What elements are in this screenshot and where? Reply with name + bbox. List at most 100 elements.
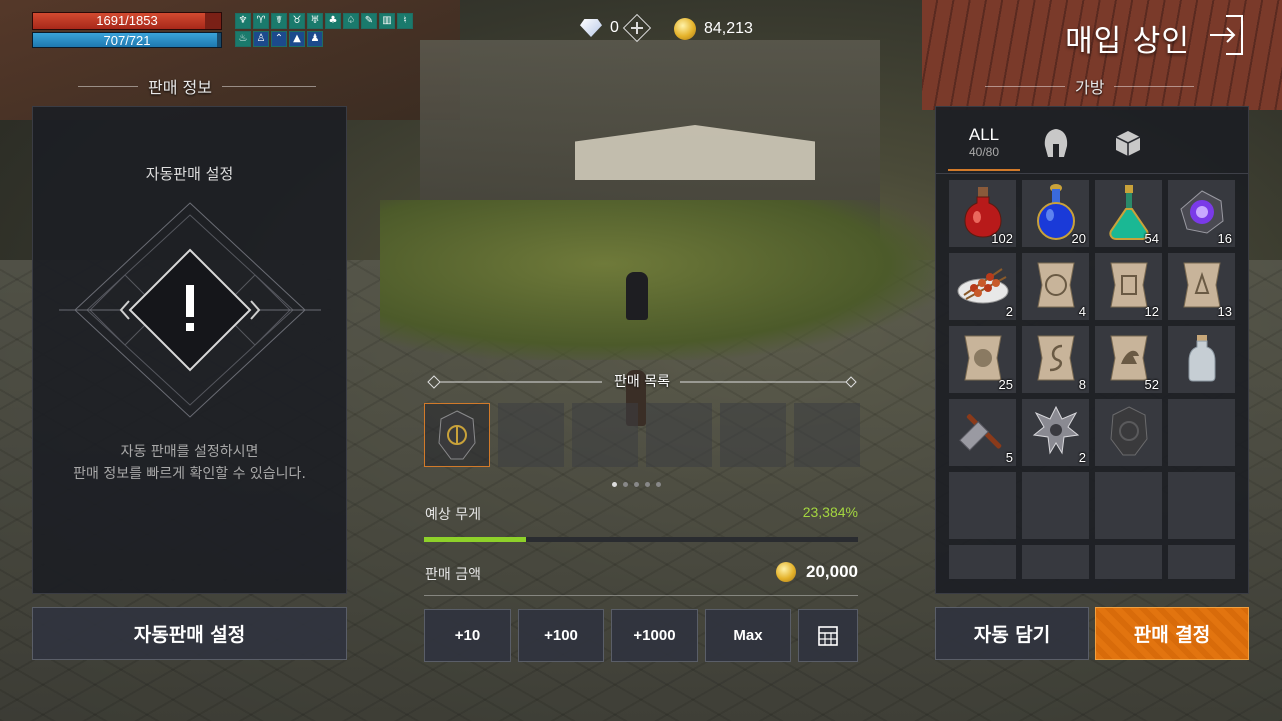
page-dot[interactable] <box>623 482 628 487</box>
sale-slot[interactable] <box>720 403 786 467</box>
desc-line-1: 자동 판매를 설정하시면 <box>120 444 259 460</box>
tab-all-label: ALL <box>968 125 1000 144</box>
exit-icon[interactable] <box>1208 14 1246 56</box>
page-dot[interactable] <box>656 482 661 487</box>
scroll-icon <box>1182 262 1221 308</box>
add-gem-button[interactable] <box>622 13 652 43</box>
scroll-icon <box>963 335 1002 381</box>
bag-item[interactable]: 13 <box>1168 253 1235 320</box>
buff-icon[interactable]: ✎ <box>361 13 377 29</box>
weight-progress-bar <box>424 537 858 542</box>
page-dot[interactable] <box>612 482 617 487</box>
bag-slot-empty[interactable] <box>1168 472 1235 539</box>
buff-icon[interactable]: ♨ <box>235 31 251 47</box>
item-count: 4 <box>1078 304 1086 319</box>
mp-text: 707/721 <box>103 33 151 48</box>
item-count: 16 <box>1217 231 1232 246</box>
confirm-sale-button[interactable]: 판매 결정 <box>1095 607 1249 660</box>
bag-label-row: 가방 <box>985 74 1195 98</box>
bag-item[interactable]: 54 <box>1095 180 1162 247</box>
mp-bar: 707/721 <box>32 32 222 48</box>
bag-item[interactable]: 4 <box>1022 253 1089 320</box>
add-100-button[interactable]: +100 <box>518 609 604 662</box>
buff-icon[interactable]: ♅ <box>307 13 323 29</box>
warning-emblem <box>59 202 321 418</box>
bag-grid: 102 20 54 16 2 4 12 13 25 8 52 5 2 <box>949 180 1235 579</box>
bag-item[interactable] <box>1095 399 1162 466</box>
add-10-button[interactable]: +10 <box>424 609 511 662</box>
buff-icon[interactable]: ⌃ <box>271 31 287 47</box>
page-dot[interactable] <box>634 482 639 487</box>
buff-icon[interactable]: ▥ <box>379 13 395 29</box>
bag-slot-empty[interactable] <box>949 545 1016 579</box>
sale-info-label-row: 판매 정보 <box>78 74 316 98</box>
sale-slot[interactable] <box>498 403 564 467</box>
bag-item[interactable]: 52 <box>1095 326 1162 393</box>
item-count: 5 <box>1005 450 1013 465</box>
sale-list-slots <box>424 403 860 467</box>
buff-icon[interactable]: ♮ <box>397 13 413 29</box>
buff-icon[interactable]: ♤ <box>343 13 359 29</box>
bag-item[interactable]: 2 <box>949 253 1016 320</box>
exclamation-icon <box>186 285 194 317</box>
bag-slot-empty[interactable] <box>1168 545 1235 579</box>
buff-icon[interactable]: ♉ <box>289 13 305 29</box>
gold-count: 84,213 <box>704 20 753 37</box>
buff-icon[interactable]: ♆ <box>235 13 251 29</box>
blue-potion-icon <box>1036 184 1075 241</box>
npc-character <box>626 272 648 320</box>
desc-line-2: 판매 정보를 빠르게 확인할 수 있습니다. <box>73 466 306 482</box>
buff-icon[interactable]: ☤ <box>271 13 287 29</box>
bag-slot-empty[interactable] <box>949 472 1016 539</box>
tab-all[interactable]: ALL 40/80 <box>948 115 1020 171</box>
gold-coin-icon <box>674 18 696 40</box>
buff-icon[interactable]: ♈ <box>253 13 269 29</box>
buff-icon[interactable]: ▲ <box>289 31 305 47</box>
weight-label: 예상 무게 <box>425 507 481 523</box>
dark-stone-icon <box>438 410 476 460</box>
sale-list-label: 판매 목록 <box>614 374 670 390</box>
bag-item[interactable]: 20 <box>1022 180 1089 247</box>
scroll-icon <box>1109 262 1148 308</box>
bag-item[interactable] <box>1168 326 1235 393</box>
auto-sell-settings-button[interactable]: 자동판매 설정 <box>32 607 347 660</box>
bag-slot-empty[interactable] <box>1095 545 1162 579</box>
bag-slot-empty[interactable] <box>1022 545 1089 579</box>
hp-bar: 1691/1853 <box>32 12 222 30</box>
tab-equipment[interactable] <box>1020 115 1092 171</box>
bag-item[interactable]: 16 <box>1168 180 1235 247</box>
bag-slot-empty[interactable] <box>1095 472 1162 539</box>
bag-item[interactable]: 102 <box>949 180 1016 247</box>
max-button[interactable]: Max <box>705 609 791 662</box>
gold-currency: 84,213 <box>674 18 753 40</box>
bag-item[interactable]: 5 <box>949 399 1016 466</box>
helmet-icon <box>1044 129 1068 157</box>
box-icon <box>1115 131 1141 156</box>
diamond-icon <box>580 19 602 37</box>
sale-slot[interactable] <box>794 403 860 467</box>
item-count: 102 <box>991 231 1013 246</box>
auto-fill-button[interactable]: 자동 담기 <box>935 607 1089 660</box>
bag-slot-empty[interactable] <box>1168 399 1235 466</box>
dark-stone-icon <box>1109 406 1148 456</box>
sale-slot[interactable] <box>424 403 490 467</box>
scroll-icon <box>1036 335 1075 381</box>
buff-icon[interactable]: ♣ <box>325 13 341 29</box>
skewer-dish-icon <box>957 268 1008 304</box>
bag-slot-empty[interactable] <box>1022 472 1089 539</box>
gold-coin-icon <box>776 562 796 582</box>
sale-slot[interactable] <box>572 403 638 467</box>
add-1000-button[interactable]: +1000 <box>611 609 698 662</box>
bag-item[interactable]: 25 <box>949 326 1016 393</box>
bag-item[interactable]: 12 <box>1095 253 1162 320</box>
item-count: 52 <box>1144 377 1159 392</box>
sale-slot[interactable] <box>646 403 712 467</box>
buff-icon[interactable]: ♙ <box>253 31 269 47</box>
bag-item[interactable]: 8 <box>1022 326 1089 393</box>
page-dot[interactable] <box>645 482 650 487</box>
scroll-icon <box>1036 262 1075 308</box>
tab-materials[interactable] <box>1092 115 1164 171</box>
bag-item[interactable]: 2 <box>1022 399 1089 466</box>
calculator-button[interactable] <box>798 609 858 662</box>
buff-icon[interactable]: ♟ <box>307 31 323 47</box>
